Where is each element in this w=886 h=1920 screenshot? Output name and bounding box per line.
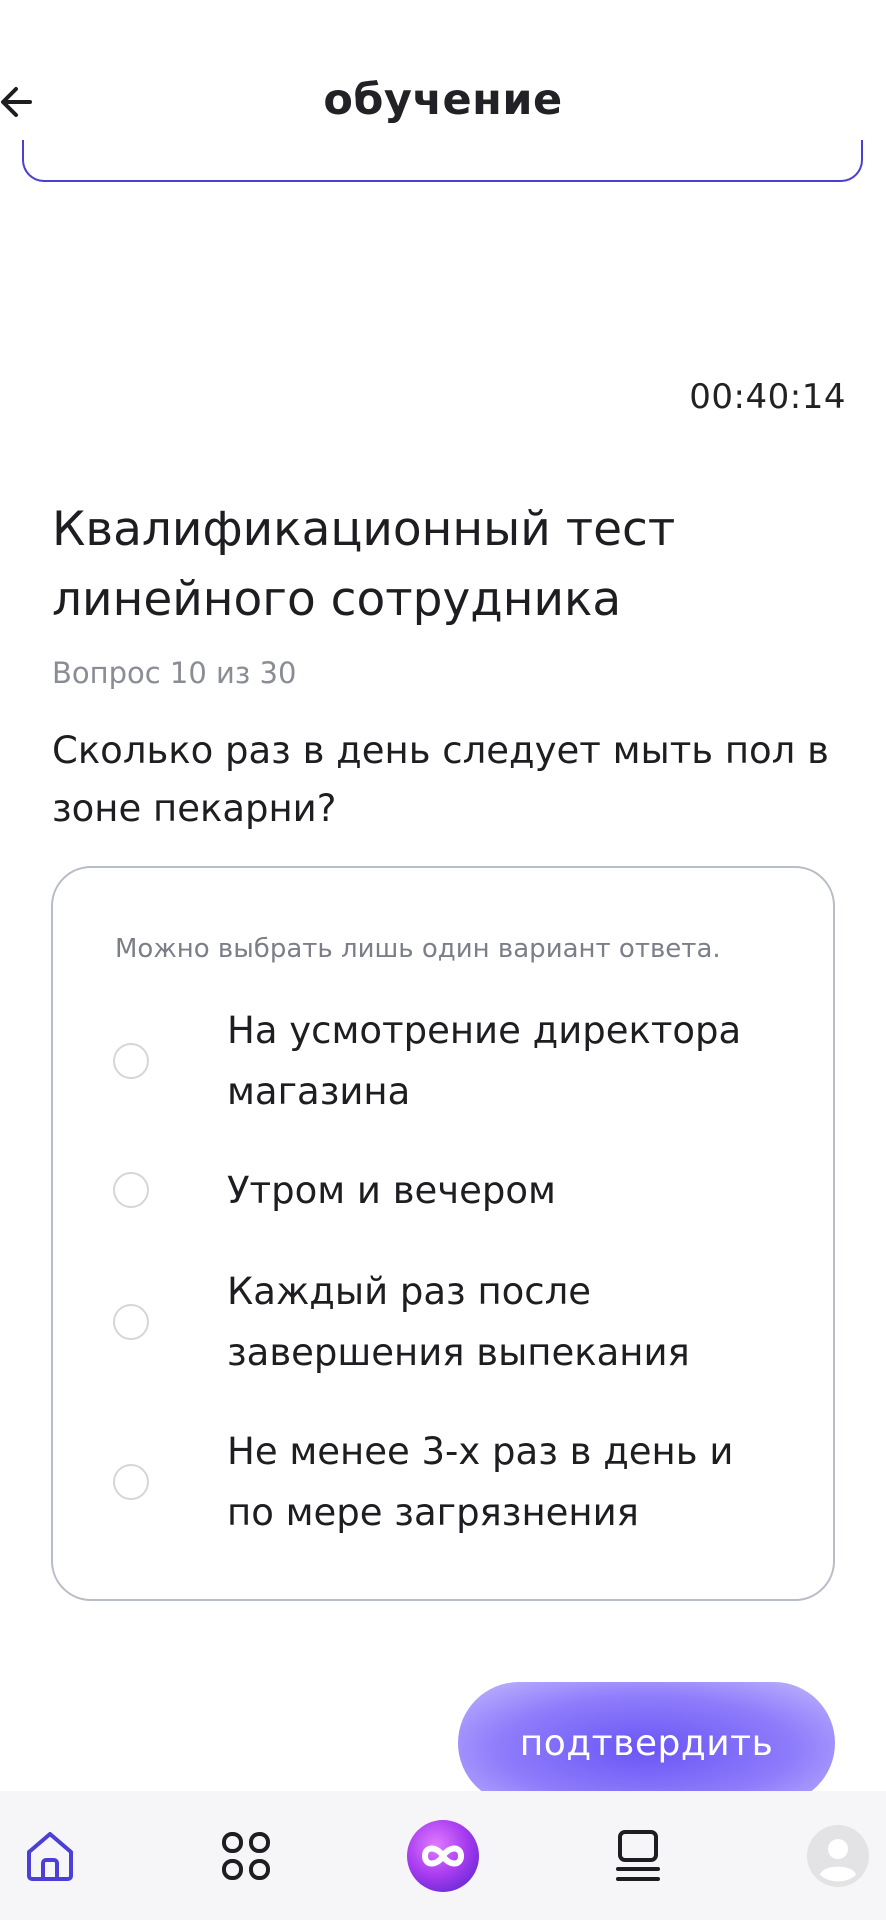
bottom-navigation xyxy=(0,1791,886,1920)
radio-button[interactable] xyxy=(113,1043,149,1079)
nav-courses[interactable] xyxy=(606,1791,670,1920)
radio-button[interactable] xyxy=(113,1464,149,1500)
question-text: Сколько раз в день следует мыть пол в зо… xyxy=(52,729,829,830)
app-header: обучение xyxy=(0,0,886,150)
infinity-icon xyxy=(407,1819,479,1892)
answer-option-label: На усмотрение директора магазина xyxy=(227,1009,742,1113)
grid-icon xyxy=(222,1831,270,1880)
profile-avatar-icon xyxy=(807,1824,869,1887)
page-title: обучение xyxy=(323,75,563,125)
courses-icon xyxy=(616,1829,660,1881)
previous-card-edge xyxy=(22,140,863,182)
answer-option-2[interactable]: Утром и вечером xyxy=(113,1160,793,1221)
nav-catalog[interactable] xyxy=(214,1791,278,1920)
test-timer: 00:40:14 xyxy=(689,377,846,417)
answer-option-label: Каждый раз после завершения выпекания xyxy=(227,1270,690,1374)
radio-button[interactable] xyxy=(113,1172,149,1208)
confirm-button[interactable]: подтвердить xyxy=(458,1682,835,1804)
answers-hint: Можно выбрать лишь один вариант ответа. xyxy=(115,934,721,964)
answer-option-label: Утром и вечером xyxy=(227,1169,556,1212)
answer-option-1[interactable]: На усмотрение директора магазина xyxy=(113,1000,793,1122)
nav-main[interactable] xyxy=(405,1791,481,1920)
home-icon xyxy=(27,1831,73,1881)
answer-option-label: Не менее 3-х раз в день и по мере загряз… xyxy=(227,1430,734,1534)
radio-button[interactable] xyxy=(113,1304,149,1340)
nav-profile[interactable] xyxy=(806,1791,870,1920)
answers-card: Можно выбрать лишь один вариант ответа. … xyxy=(51,866,835,1601)
answer-option-3[interactable]: Каждый раз после завершения выпекания xyxy=(113,1261,793,1383)
test-title: Квалификационный тест линейного сотрудни… xyxy=(52,502,676,627)
nav-home[interactable] xyxy=(18,1791,82,1920)
answer-option-4[interactable]: Не менее 3-х раз в день и по мере загряз… xyxy=(113,1421,793,1543)
question-counter: Вопрос 10 из 30 xyxy=(52,656,297,690)
